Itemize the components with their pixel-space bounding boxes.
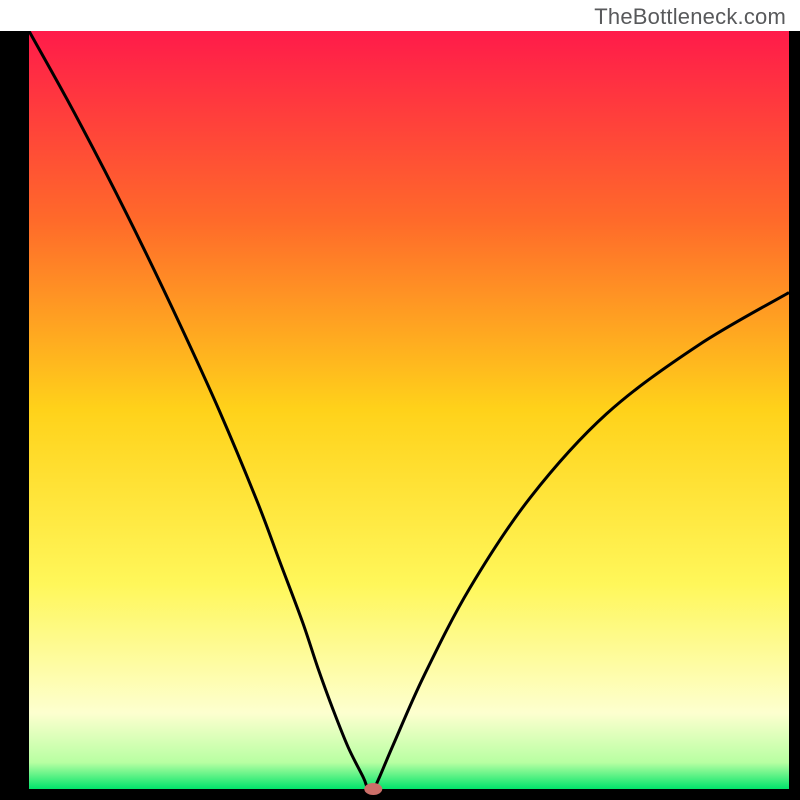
bottleneck-chart — [0, 0, 800, 800]
min-marker — [364, 783, 382, 795]
chart-stage: TheBottleneck.com TheBottleneck.com — [0, 0, 800, 800]
watermark-text-overlay: TheBottleneck.com — [594, 4, 786, 30]
plot-background — [29, 31, 789, 789]
